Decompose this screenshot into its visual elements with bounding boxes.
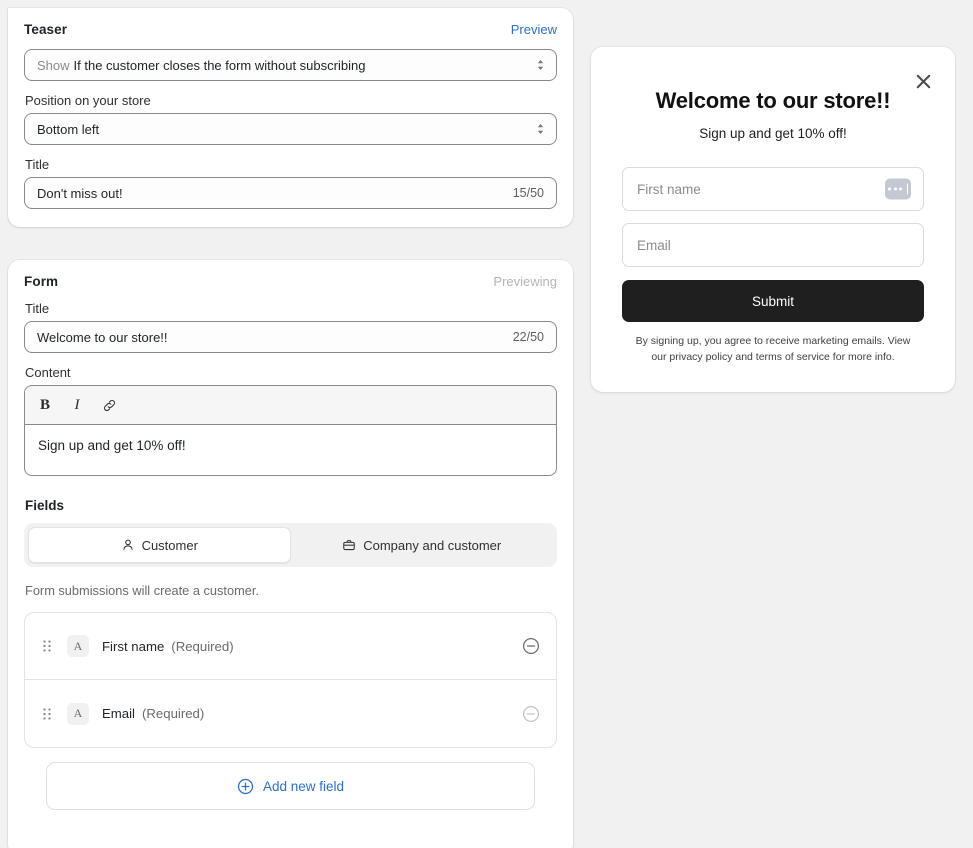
- settings-column: Teaser Preview Show If the customer clos…: [0, 0, 573, 848]
- typing-indicator-badge: [885, 178, 911, 200]
- preview-title: Welcome to our store!!: [655, 88, 891, 113]
- add-new-field-button[interactable]: Add new field: [46, 762, 535, 810]
- field-required-label: (Required): [141, 706, 205, 721]
- position-label: Position on your store: [25, 93, 151, 108]
- form-card-header: Form Previewing: [24, 274, 557, 289]
- italic-button[interactable]: I: [63, 391, 91, 419]
- form-heading: Form: [24, 274, 59, 289]
- tab-company-and-customer[interactable]: Company and customer: [291, 527, 554, 563]
- field-name-label: First name: [102, 638, 165, 654]
- fields-helper-text: Form submissions will create a customer.: [25, 583, 259, 598]
- add-new-field-label: Add new field: [262, 778, 345, 794]
- teaser-trigger-prefix: Show: [37, 57, 70, 73]
- preview-first-name-input[interactable]: First name: [622, 167, 924, 211]
- form-title-label: Title: [25, 301, 50, 316]
- preview-legal-text: By signing up, you agree to receive mark…: [635, 335, 911, 364]
- plus-circle-icon: [237, 778, 254, 794]
- person-icon: [122, 539, 133, 550]
- drag-handle-icon[interactable]: [39, 706, 55, 722]
- fields-list: A First name (Required) A Email (Require…: [24, 612, 557, 748]
- content-editor: B I Sign up and get 10% off!: [24, 385, 557, 476]
- teaser-title-input[interactable]: Don't miss out! 15/50: [24, 177, 557, 209]
- table-row[interactable]: A Email (Required): [25, 680, 556, 747]
- teaser-card-header: Teaser Preview: [24, 22, 557, 37]
- teaser-card: Teaser Preview Show If the customer clos…: [8, 8, 573, 227]
- tab-customer[interactable]: Customer: [28, 527, 291, 563]
- teaser-trigger-value: If the customer closes the form without …: [73, 57, 366, 73]
- form-preview-panel: Welcome to our store!! Sign up and get 1…: [591, 47, 955, 392]
- form-title-input[interactable]: Welcome to our store!! 22/50: [24, 321, 557, 353]
- add-field-wrap: Add new field: [24, 748, 557, 826]
- form-title-counter: 22/50: [512, 330, 544, 344]
- tab-customer-label: Customer: [141, 537, 198, 553]
- chevron-updown-icon: [537, 124, 544, 134]
- bold-button[interactable]: B: [31, 391, 59, 419]
- preview-submit-label: Submit: [751, 293, 795, 309]
- teaser-title-value: Don't miss out!: [37, 185, 123, 201]
- teaser-title-label: Title: [25, 157, 50, 172]
- form-status: Previewing: [493, 274, 557, 289]
- app-root: Teaser Preview Show If the customer clos…: [0, 0, 973, 848]
- position-value: Bottom left: [37, 121, 100, 137]
- form-content-label: Content: [25, 365, 71, 380]
- chevron-updown-icon: [537, 60, 544, 70]
- remove-field-icon[interactable]: [522, 637, 540, 655]
- editor-toolbar: B I: [25, 386, 556, 425]
- field-type-icon: A: [67, 702, 89, 725]
- tab-company-label: Company and customer: [363, 537, 502, 553]
- field-required-label: (Required): [171, 638, 234, 654]
- teaser-heading: Teaser: [24, 22, 68, 37]
- teaser-trigger-select[interactable]: Show If the customer closes the form wit…: [24, 49, 557, 81]
- preview-first-name-placeholder: First name: [637, 181, 701, 197]
- teaser-title-counter: 15/50: [512, 186, 544, 200]
- fields-tab-group: Customer Company and customer: [24, 523, 557, 567]
- drag-handle-icon[interactable]: [39, 638, 55, 654]
- remove-field-icon-disabled: [522, 705, 540, 722]
- preview-email-placeholder: Email: [637, 237, 671, 253]
- teaser-preview-link[interactable]: Preview: [511, 22, 557, 37]
- table-row[interactable]: A First name (Required): [25, 613, 556, 680]
- position-select[interactable]: Bottom left: [24, 113, 557, 145]
- briefcase-icon: [343, 540, 356, 551]
- field-name-label: Email: [102, 706, 135, 721]
- form-card: Form Previewing Title Welcome to our sto…: [8, 260, 573, 848]
- fields-heading: Fields: [25, 498, 65, 513]
- form-title-value: Welcome to our store!!: [37, 329, 168, 345]
- preview-submit-button[interactable]: Submit: [622, 280, 924, 322]
- close-icon[interactable]: [915, 73, 932, 90]
- preview-email-input[interactable]: Email: [622, 223, 924, 267]
- preview-subtitle: Sign up and get 10% off!: [699, 126, 847, 141]
- content-editor-body[interactable]: Sign up and get 10% off!: [25, 425, 556, 475]
- field-type-icon: A: [67, 635, 89, 657]
- link-icon[interactable]: [95, 391, 123, 419]
